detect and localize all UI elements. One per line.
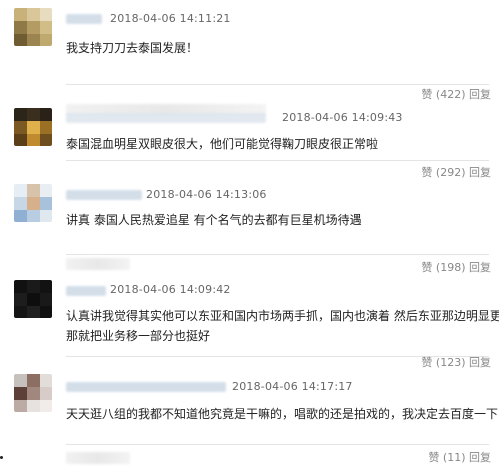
comment-text: 我支持刀刀去泰国发展！ <box>66 41 199 55</box>
divider <box>66 444 489 445</box>
like-reply-bar[interactable]: 赞 (123) 回复 <box>421 356 491 370</box>
comment-text: 认真讲我觉得其实他可以东亚和国内市场两手抓，国内也演着 然后东亚那边明显更受接 <box>66 309 499 323</box>
comment-text: 泰国混血明星双眼皮很大，他们可能觉得鞠刀眼皮很正常啦 <box>66 137 379 151</box>
avatar[interactable] <box>14 374 52 412</box>
avatar[interactable] <box>14 108 52 146</box>
blurred-row <box>66 258 130 270</box>
username-blurred[interactable] <box>66 14 102 24</box>
like-reply-bar[interactable]: 赞 (422) 回复 <box>421 88 491 102</box>
avatar[interactable] <box>14 8 52 46</box>
comment-timestamp: 2018-04-06 14:17:17 <box>232 380 353 393</box>
like-reply-bar[interactable]: 赞 (198) 回复 <box>421 261 491 275</box>
like-reply-bar[interactable]: 赞 (292) 回复 <box>421 166 491 180</box>
like-count[interactable]: 赞 (292) 回复 <box>421 166 491 180</box>
avatar[interactable] <box>14 184 52 222</box>
like-count[interactable]: 赞 (123) 回复 <box>421 356 491 370</box>
comment-timestamp: 2018-04-06 14:11:21 <box>110 12 231 25</box>
comment-feed: 2018-04-06 14:11:21 我支持刀刀去泰国发展！ 赞 (422) … <box>0 0 499 468</box>
like-count[interactable]: 赞 (11) 回复 <box>428 451 491 465</box>
divider <box>66 84 489 85</box>
comment-text: 讲真 泰国人民热爱追星 有个名气的去都有巨星机场待遇 <box>66 213 362 227</box>
left-edge-mark <box>0 456 3 459</box>
comment-timestamp: 2018-04-06 14:09:43 <box>282 111 403 124</box>
like-count[interactable]: 赞 (422) 回复 <box>421 88 491 102</box>
avatar[interactable] <box>14 280 52 318</box>
username-blurred[interactable] <box>66 382 226 392</box>
comment-timestamp: 2018-04-06 14:09:42 <box>110 283 231 296</box>
username-blurred[interactable] <box>66 286 106 296</box>
username-blurred[interactable] <box>66 190 142 200</box>
comment-timestamp: 2018-04-06 14:13:06 <box>146 188 267 201</box>
comment-text: 天天逛八组的我都不知道他究竟是干嘛的，唱歌的还是拍戏的，我决定去百度一下 <box>66 407 499 421</box>
comment-text-continued: 那就把业务移一部分也挺好 <box>66 329 211 343</box>
like-count[interactable]: 赞 (198) 回复 <box>421 261 491 275</box>
username-blurred[interactable] <box>66 113 266 123</box>
divider <box>66 160 489 161</box>
like-reply-bar[interactable]: 赞 (11) 回复 <box>428 451 491 465</box>
blurred-row <box>66 452 130 464</box>
divider <box>66 254 489 255</box>
